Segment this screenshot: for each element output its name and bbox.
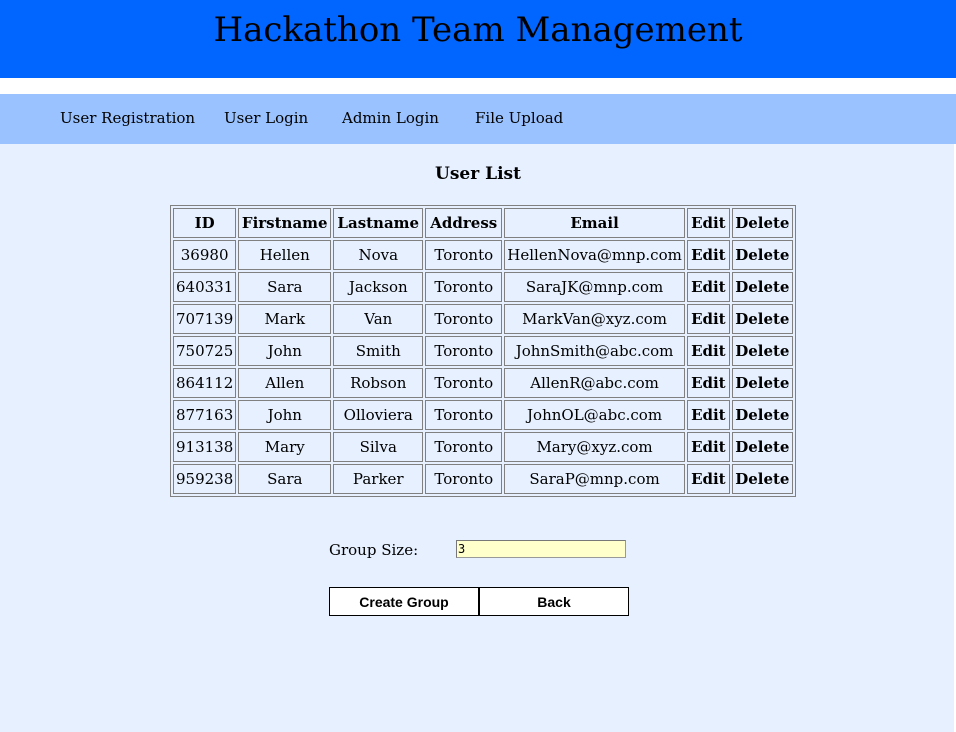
cell-lastname: Smith xyxy=(333,336,424,366)
delete-link[interactable]: Delete xyxy=(731,304,793,334)
cell-lastname: Silva xyxy=(333,432,424,462)
cell-email: HellenNova@mnp.com xyxy=(504,240,685,270)
cell-address: Toronto xyxy=(425,336,503,366)
edit-link[interactable]: Edit xyxy=(686,400,730,430)
table-row: 913138 Mary Silva Toronto Mary@xyz.com Edit De… xyxy=(173,432,793,462)
cell-id: 640331 xyxy=(173,272,237,302)
cell-firstname: Allen xyxy=(238,368,332,398)
page-header: Hackathon Team Management xyxy=(0,0,956,78)
nav-user-registration[interactable]: User Registration xyxy=(60,109,195,127)
cell-email: JohnSmith@abc.com xyxy=(504,336,685,366)
column-header-address: Address xyxy=(425,208,503,238)
edit-link[interactable]: Edit xyxy=(686,336,730,366)
user-table: ID Firstname Lastname Address Email Edit… xyxy=(170,205,796,497)
cell-id: 877163 xyxy=(173,400,237,430)
cell-firstname: Sara xyxy=(238,464,332,494)
edit-link[interactable]: Edit xyxy=(686,368,730,398)
header-divider xyxy=(0,78,956,94)
nav-user-login[interactable]: User Login xyxy=(224,109,308,127)
app-title: Hackathon Team Management xyxy=(213,10,743,50)
edit-link[interactable]: Edit xyxy=(686,304,730,334)
group-size-label: Group Size: xyxy=(329,541,419,559)
table-row: 707139 Mark Van Toronto MarkVan@xyz.com Edit D… xyxy=(173,304,793,334)
user-list-title: User List xyxy=(435,164,521,184)
delete-link[interactable]: Delete xyxy=(731,272,793,302)
cell-email: AllenR@abc.com xyxy=(504,368,685,398)
column-header-edit: Edit xyxy=(686,208,730,238)
cell-address: Toronto xyxy=(425,432,503,462)
delete-link[interactable]: Delete xyxy=(731,432,793,462)
cell-email: SaraP@mnp.com xyxy=(504,464,685,494)
nav-bar: User Registration User Login Admin Login… xyxy=(0,94,956,144)
column-header-id: ID xyxy=(173,208,237,238)
cell-address: Toronto xyxy=(425,272,503,302)
edit-link[interactable]: Edit xyxy=(686,464,730,494)
cell-address: Toronto xyxy=(425,368,503,398)
nav-file-upload[interactable]: File Upload xyxy=(475,109,563,127)
cell-email: Mary@xyz.com xyxy=(504,432,685,462)
column-header-email: Email xyxy=(504,208,685,238)
cell-address: Toronto xyxy=(425,240,503,270)
delete-link[interactable]: Delete xyxy=(731,400,793,430)
cell-firstname: Hellen xyxy=(238,240,332,270)
table-row: 864112 Allen Robson Toronto AllenR@abc.com Ed… xyxy=(173,368,793,398)
delete-link[interactable]: Delete xyxy=(731,464,793,494)
cell-lastname: Jackson xyxy=(333,272,424,302)
cell-id: 750725 xyxy=(173,336,237,366)
cell-firstname: Mary xyxy=(238,432,332,462)
table-row: 877163 John Olloviera Toronto JohnOL@abc.com… xyxy=(173,400,793,430)
column-header-lastname: Lastname xyxy=(333,208,424,238)
cell-address: Toronto xyxy=(425,400,503,430)
cell-lastname: Olloviera xyxy=(333,400,424,430)
table-row: 959238 Sara Parker Toronto SaraP@mnp.com Edit… xyxy=(173,464,793,494)
back-button[interactable]: Back xyxy=(479,587,629,616)
edit-link[interactable]: Edit xyxy=(686,432,730,462)
column-header-firstname: Firstname xyxy=(238,208,332,238)
edit-link[interactable]: Edit xyxy=(686,272,730,302)
cell-firstname: John xyxy=(238,336,332,366)
cell-firstname: Mark xyxy=(238,304,332,334)
cell-lastname: Parker xyxy=(333,464,424,494)
table-row: 640331 Sara Jackson Toronto SaraJK@mnp.com Ed… xyxy=(173,272,793,302)
cell-email: JohnOL@abc.com xyxy=(504,400,685,430)
cell-email: MarkVan@xyz.com xyxy=(504,304,685,334)
cell-address: Toronto xyxy=(425,464,503,494)
create-group-button[interactable]: Create Group xyxy=(329,587,479,616)
cell-firstname: John xyxy=(238,400,332,430)
cell-id: 913138 xyxy=(173,432,237,462)
delete-link[interactable]: Delete xyxy=(731,336,793,366)
cell-address: Toronto xyxy=(425,304,503,334)
group-size-input[interactable] xyxy=(456,540,626,558)
edit-link[interactable]: Edit xyxy=(686,240,730,270)
table-row: 750725 John Smith Toronto JohnSmith@abc.com E… xyxy=(173,336,793,366)
table-row: 36980 Hellen Nova Toronto HellenNova@mnp.com… xyxy=(173,240,793,270)
cell-lastname: Van xyxy=(333,304,424,334)
delete-link[interactable]: Delete xyxy=(731,368,793,398)
cell-firstname: Sara xyxy=(238,272,332,302)
nav-admin-login[interactable]: Admin Login xyxy=(342,109,439,127)
table-header-row: ID Firstname Lastname Address Email Edit… xyxy=(173,208,793,238)
cell-id: 959238 xyxy=(173,464,237,494)
cell-lastname: Robson xyxy=(333,368,424,398)
cell-id: 707139 xyxy=(173,304,237,334)
cell-lastname: Nova xyxy=(333,240,424,270)
delete-link[interactable]: Delete xyxy=(731,240,793,270)
cell-id: 864112 xyxy=(173,368,237,398)
column-header-delete: Delete xyxy=(731,208,793,238)
cell-id: 36980 xyxy=(173,240,237,270)
cell-email: SaraJK@mnp.com xyxy=(504,272,685,302)
